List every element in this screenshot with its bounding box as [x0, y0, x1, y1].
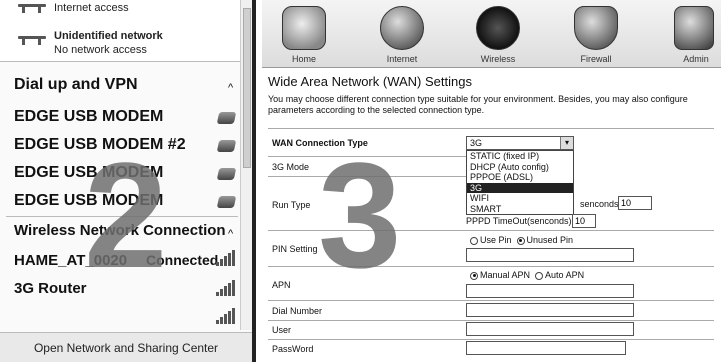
firewall-shield-icon[interactable] — [574, 6, 618, 50]
page-description: You may choose different connection type… — [268, 94, 688, 115]
dial-number-input[interactable] — [466, 303, 634, 317]
manual-apn-label: Manual APN — [480, 270, 531, 280]
password-label: PassWord — [272, 344, 314, 354]
use-pin-label: Use Pin — [480, 235, 512, 245]
network-status-area: Internet access Unidentified network No … — [0, 0, 252, 62]
apn-label: APN — [272, 280, 291, 290]
signal-strength-icon — [216, 280, 236, 296]
option-smart[interactable]: SMART — [467, 204, 573, 215]
modem-icon — [216, 140, 237, 152]
auto-apn-radio[interactable] — [535, 271, 544, 280]
option-3g[interactable]: 3G — [467, 182, 573, 193]
scrollbar-thumb[interactable] — [243, 8, 251, 168]
reconnect-seconds-input[interactable]: 10 — [618, 196, 652, 210]
password-input[interactable] — [466, 341, 626, 355]
pppd-timeout-label: PPPD TimeOut(senconds) — [466, 216, 572, 226]
divider — [268, 300, 714, 301]
user-label: User — [272, 325, 292, 335]
run-type-label: Run Type — [272, 200, 311, 210]
network-icon — [18, 4, 48, 14]
tab-wireless[interactable]: Wireless — [468, 54, 528, 64]
open-network-center-link[interactable]: Open Network and Sharing Center — [0, 332, 252, 362]
home-icon[interactable] — [282, 6, 326, 50]
apn-input[interactable] — [466, 284, 634, 298]
unused-pin-radio[interactable] — [516, 236, 525, 245]
no-access-label: No network access — [54, 44, 147, 56]
divider — [268, 128, 714, 129]
auto-apn-label: Auto APN — [545, 270, 585, 280]
step-number-2: 2 — [84, 131, 168, 299]
divider — [268, 339, 714, 340]
modem-icon — [216, 168, 237, 180]
reconnect-suffix: senconds) — [580, 199, 622, 209]
step-number-3: 3 — [318, 131, 402, 299]
wan-type-value: 3G — [470, 138, 483, 148]
dialup-section-title: Dial up and VPN — [14, 76, 138, 93]
scrollbar[interactable] — [240, 0, 252, 330]
tab-home[interactable]: Home — [274, 54, 334, 64]
tab-internet[interactable]: Internet — [372, 54, 432, 64]
screenshot-stage: Internet access Unidentified network No … — [0, 0, 721, 362]
option-static[interactable]: STATIC (fixed IP) — [467, 151, 573, 162]
pin-setting-label: PIN Setting — [272, 244, 318, 254]
admin-person-icon[interactable] — [674, 6, 714, 50]
modem-icon — [216, 196, 237, 208]
divider — [268, 320, 714, 321]
option-pppoe[interactable]: PPPOE (ADSL) — [467, 172, 573, 183]
use-pin-radio[interactable] — [470, 236, 478, 245]
wireless-tower-icon[interactable] — [476, 6, 520, 50]
chevron-down-icon: ▾ — [560, 137, 573, 149]
tab-admin[interactable]: Admin — [666, 54, 721, 64]
wan-type-dropdown[interactable]: STATIC (fixed IP) DHCP (Auto config) PPP… — [466, 150, 574, 215]
option-dhcp[interactable]: DHCP (Auto config) — [467, 162, 573, 173]
wifi-item-3g-router[interactable]: 3G Router — [14, 280, 87, 297]
signal-strength-icon — [216, 250, 236, 266]
unidentified-network-icon — [18, 36, 48, 46]
wan-type-select[interactable]: 3G ▾ — [466, 136, 574, 150]
unidentified-network-label: Unidentified network — [54, 30, 163, 42]
option-wifi[interactable]: WIFI — [467, 193, 573, 204]
tab-firewall[interactable]: Firewall — [566, 54, 626, 64]
apn-radio-group: Manual APN Auto APN — [470, 270, 584, 280]
unused-pin-label: Unused Pin — [526, 235, 574, 245]
modem-icon — [216, 112, 237, 124]
manual-apn-radio[interactable] — [470, 271, 478, 280]
collapse-wireless-icon[interactable]: ^ — [228, 228, 233, 240]
modem-item-1[interactable]: EDGE USB MODEM — [14, 108, 163, 126]
pppd-timeout-input[interactable]: 10 — [572, 214, 596, 228]
pin-radio-group: Use Pin Unused Pin — [470, 235, 573, 245]
page-title: Wide Area Network (WAN) Settings — [268, 74, 472, 89]
dial-number-label: Dial Number — [272, 306, 323, 316]
top-toolbar: Home Internet Wireless Firewall Admin — [262, 0, 721, 68]
internet-globe-icon[interactable] — [380, 6, 424, 50]
collapse-dialup-icon[interactable]: ^ — [228, 82, 233, 94]
user-input[interactable] — [466, 322, 634, 336]
mode-3g-label: 3G Mode — [272, 162, 310, 172]
pin-input[interactable] — [466, 248, 634, 262]
internet-access-label: Internet access — [54, 2, 129, 14]
signal-strength-icon — [216, 308, 236, 324]
